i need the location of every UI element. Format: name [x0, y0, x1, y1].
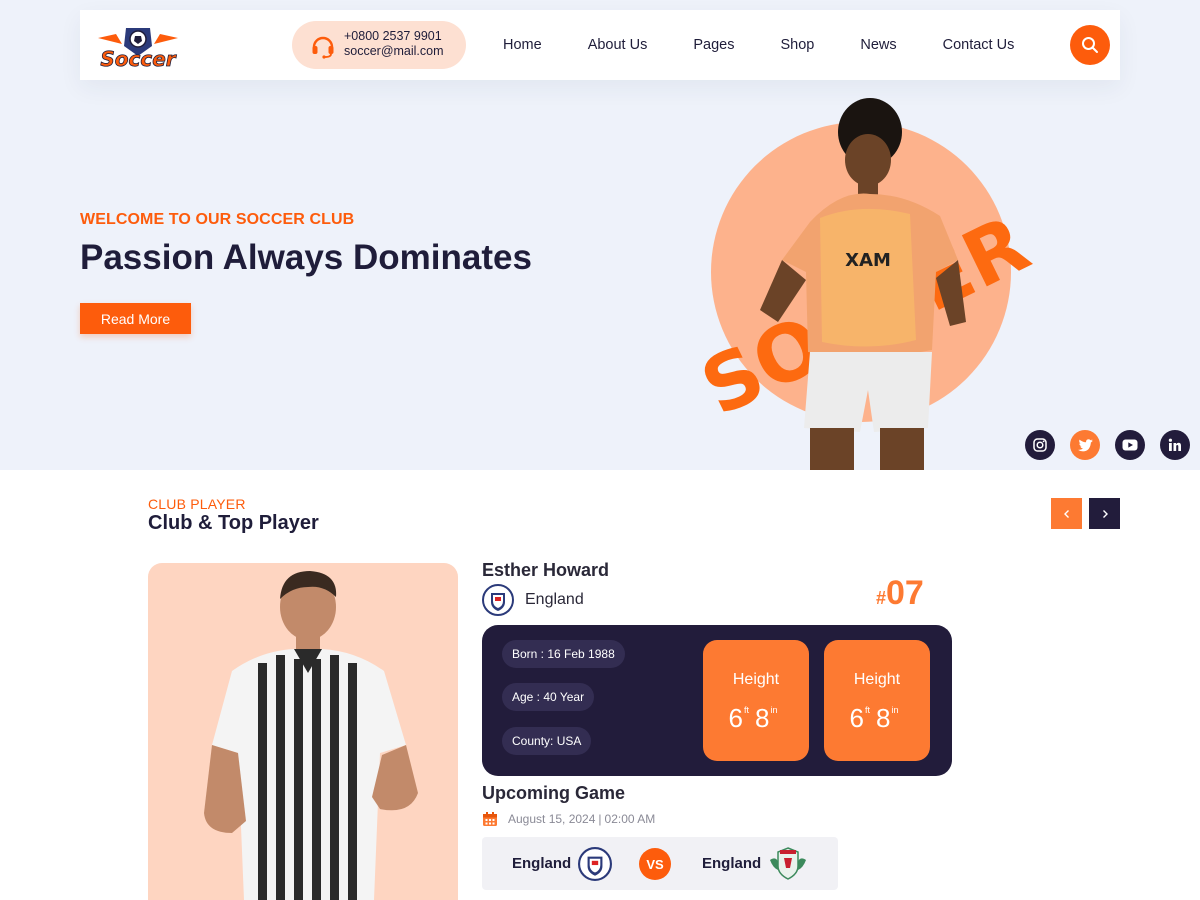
hero-section: Soccer +0800 2537 9901 soccer@mail.com H… — [0, 0, 1200, 470]
calendar-icon — [483, 812, 497, 826]
chevron-right-icon — [1102, 509, 1108, 518]
vs-badge: VS — [639, 848, 671, 880]
height-inches-unit: in — [770, 705, 778, 715]
height-value: 6ft 8in — [824, 703, 930, 734]
youtube-button[interactable] — [1115, 430, 1145, 460]
nav-menu: Home About Us Pages Shop News Contact Us — [503, 10, 1014, 80]
away-team-logo — [770, 847, 806, 880]
jersey-number-value: 07 — [886, 574, 924, 612]
nav-contact[interactable]: Contact Us — [943, 37, 1015, 53]
search-icon — [1082, 37, 1098, 53]
date-separator: | — [598, 812, 602, 826]
height-value: 6ft 8in — [703, 703, 809, 734]
navbar: Soccer +0800 2537 9901 soccer@mail.com H… — [80, 10, 1120, 80]
twitter-button[interactable] — [1070, 430, 1100, 460]
away-team-name: England — [702, 855, 762, 872]
nav-pages[interactable]: Pages — [693, 37, 734, 53]
height-stat-2: Height 6ft 8in — [824, 640, 930, 761]
youtube-icon — [1122, 439, 1138, 451]
nav-news[interactable]: News — [860, 37, 896, 53]
height-inches-unit: in — [891, 705, 899, 715]
home-team-logo — [578, 847, 612, 881]
nav-shop[interactable]: Shop — [780, 37, 814, 53]
player-name: Esther Howard — [482, 560, 610, 580]
match-card[interactable]: England VS England — [482, 837, 838, 890]
height-feet-unit: ft — [743, 705, 749, 715]
game-time: 02:00 AM — [604, 812, 656, 826]
born-chip: Born : 16 Feb 1988 — [502, 640, 625, 668]
jersey-hash: # — [876, 588, 887, 608]
twitter-icon — [1077, 438, 1093, 451]
section-title: Club & Top Player — [148, 512, 319, 534]
search-button[interactable] — [1070, 25, 1110, 65]
game-date-text: August 15, 2024 — [508, 812, 596, 826]
instagram-icon — [1033, 438, 1047, 452]
height-label: Height — [853, 671, 901, 688]
contact-phone[interactable]: +0800 2537 9901 — [344, 29, 444, 44]
section-subtitle: CLUB PLAYER — [148, 496, 246, 512]
nav-about[interactable]: About Us — [588, 37, 648, 53]
player-stats-card: Born : 16 Feb 1988 Age : 40 Year County:… — [482, 625, 952, 776]
player-country: England — [525, 591, 584, 608]
headset-icon — [312, 36, 334, 59]
linkedin-icon — [1168, 438, 1181, 451]
county-chip: County: USA — [502, 727, 592, 755]
age-chip: Age : 40 Year — [502, 683, 595, 711]
game-date: August 15, 2024 | 02:00 AM — [482, 810, 655, 828]
prev-button[interactable] — [1051, 498, 1082, 529]
club-shield-icon — [482, 584, 514, 616]
height-inches: 8 — [755, 703, 770, 733]
hero-subtitle: WELCOME TO OUR SOCCER CLUB — [80, 211, 355, 228]
logo-text: Soccer — [100, 47, 176, 70]
nav-home[interactable]: Home — [503, 37, 542, 53]
chevron-left-icon — [1063, 509, 1069, 518]
home-team-name: England — [512, 855, 572, 872]
upcoming-game-title: Upcoming Game — [482, 783, 626, 803]
next-button[interactable] — [1089, 498, 1120, 529]
height-label: Height — [732, 671, 780, 688]
hero-title: Passion Always Dominates — [80, 238, 532, 277]
contact-pill: +0800 2537 9901 soccer@mail.com — [292, 21, 466, 69]
read-more-button[interactable]: Read More — [80, 303, 191, 334]
height-stat-1: Height 6ft 8in — [703, 640, 809, 761]
player-photo — [204, 571, 418, 900]
svg-text:MAX: MAX — [845, 250, 891, 271]
height-feet-unit: ft — [864, 705, 870, 715]
instagram-button[interactable] — [1025, 430, 1055, 460]
linkedin-button[interactable] — [1160, 430, 1190, 460]
jersey-number: #07 — [876, 574, 924, 613]
height-inches: 8 — [876, 703, 891, 733]
hero-player-image: SOCCER MAX — [688, 98, 1043, 470]
logo[interactable]: Soccer — [92, 22, 184, 71]
height-feet: 6 — [849, 703, 864, 733]
player-photo-card — [148, 563, 458, 900]
height-feet: 6 — [728, 703, 743, 733]
contact-email[interactable]: soccer@mail.com — [344, 44, 444, 59]
